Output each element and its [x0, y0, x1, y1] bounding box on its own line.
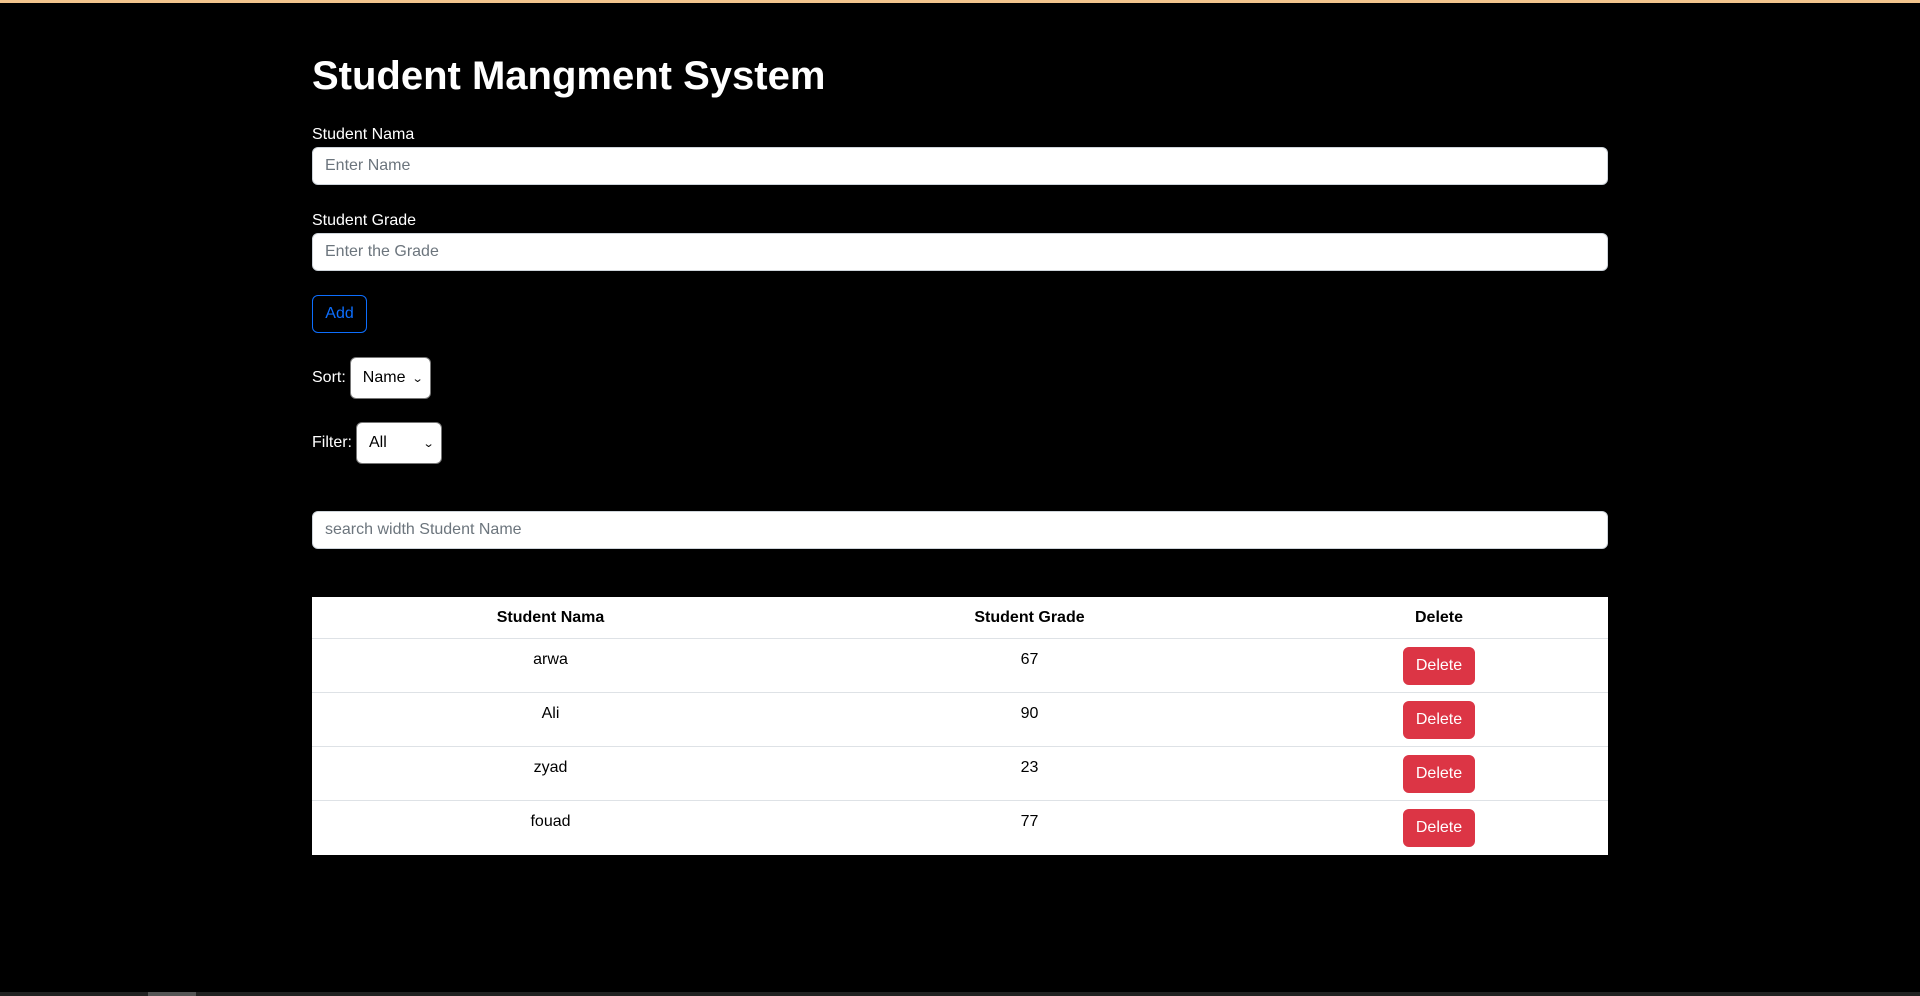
chevron-down-icon: ⌄	[422, 437, 435, 450]
column-header-grade: Student Grade	[789, 597, 1270, 639]
sort-control: Sort: Name ⌄	[312, 357, 431, 399]
window-top-border	[0, 0, 1920, 3]
table-row: arwa 67 Delete	[312, 638, 1608, 693]
student-grade-input[interactable]	[312, 233, 1608, 271]
student-grade-cell: 23	[789, 746, 1270, 801]
delete-button[interactable]: Delete	[1403, 701, 1475, 739]
student-name-label: Student Nama	[312, 126, 415, 143]
column-header-name: Student Nama	[312, 597, 789, 639]
table-row: Ali 90 Delete	[312, 692, 1608, 747]
delete-cell: Delete	[1270, 638, 1608, 693]
sort-select[interactable]: Name ⌄	[349, 357, 431, 399]
student-name-cell: zyad	[312, 746, 789, 801]
delete-cell: Delete	[1270, 801, 1608, 855]
sort-label: Sort:	[312, 369, 346, 386]
student-grade-label: Student Grade	[312, 212, 417, 229]
scrollbar-thumb[interactable]	[148, 992, 196, 996]
student-grade-cell: 67	[789, 638, 1270, 693]
page-title: Student Mangment System	[312, 54, 826, 98]
student-name-cell: fouad	[530, 813, 571, 830]
student-name-cell: Ali	[312, 692, 789, 747]
column-header-delete: Delete	[1270, 597, 1608, 639]
add-button[interactable]: Add	[312, 295, 367, 333]
filter-label: Filter:	[312, 434, 352, 451]
chevron-down-icon: ⌄	[412, 372, 425, 385]
students-table: Student Nama Student Grade Delete arwa 6…	[312, 597, 1608, 855]
filter-select[interactable]: All ⌄	[356, 422, 442, 464]
delete-cell: Delete	[1270, 692, 1608, 747]
delete-button[interactable]: Delete	[1403, 647, 1475, 685]
filter-selected-value: All	[369, 434, 387, 451]
table-row: zyad 23 Delete	[312, 746, 1608, 801]
student-grade-cell: 90	[789, 692, 1270, 747]
student-name-input[interactable]	[312, 147, 1608, 185]
student-grade-cell: 77	[1020, 813, 1039, 830]
table-row: fouad 77 Delete	[312, 801, 1608, 855]
search-input[interactable]	[312, 511, 1608, 549]
delete-cell: Delete	[1270, 746, 1608, 801]
filter-control: Filter: All ⌄	[312, 422, 442, 464]
sort-selected-value: Name	[362, 369, 406, 386]
student-name-cell: arwa	[312, 638, 789, 693]
delete-button[interactable]: Delete	[1403, 755, 1475, 793]
table-header-row: Student Nama Student Grade Delete	[312, 597, 1608, 639]
delete-button[interactable]: Delete	[1403, 809, 1475, 847]
horizontal-scrollbar[interactable]	[0, 992, 1920, 996]
